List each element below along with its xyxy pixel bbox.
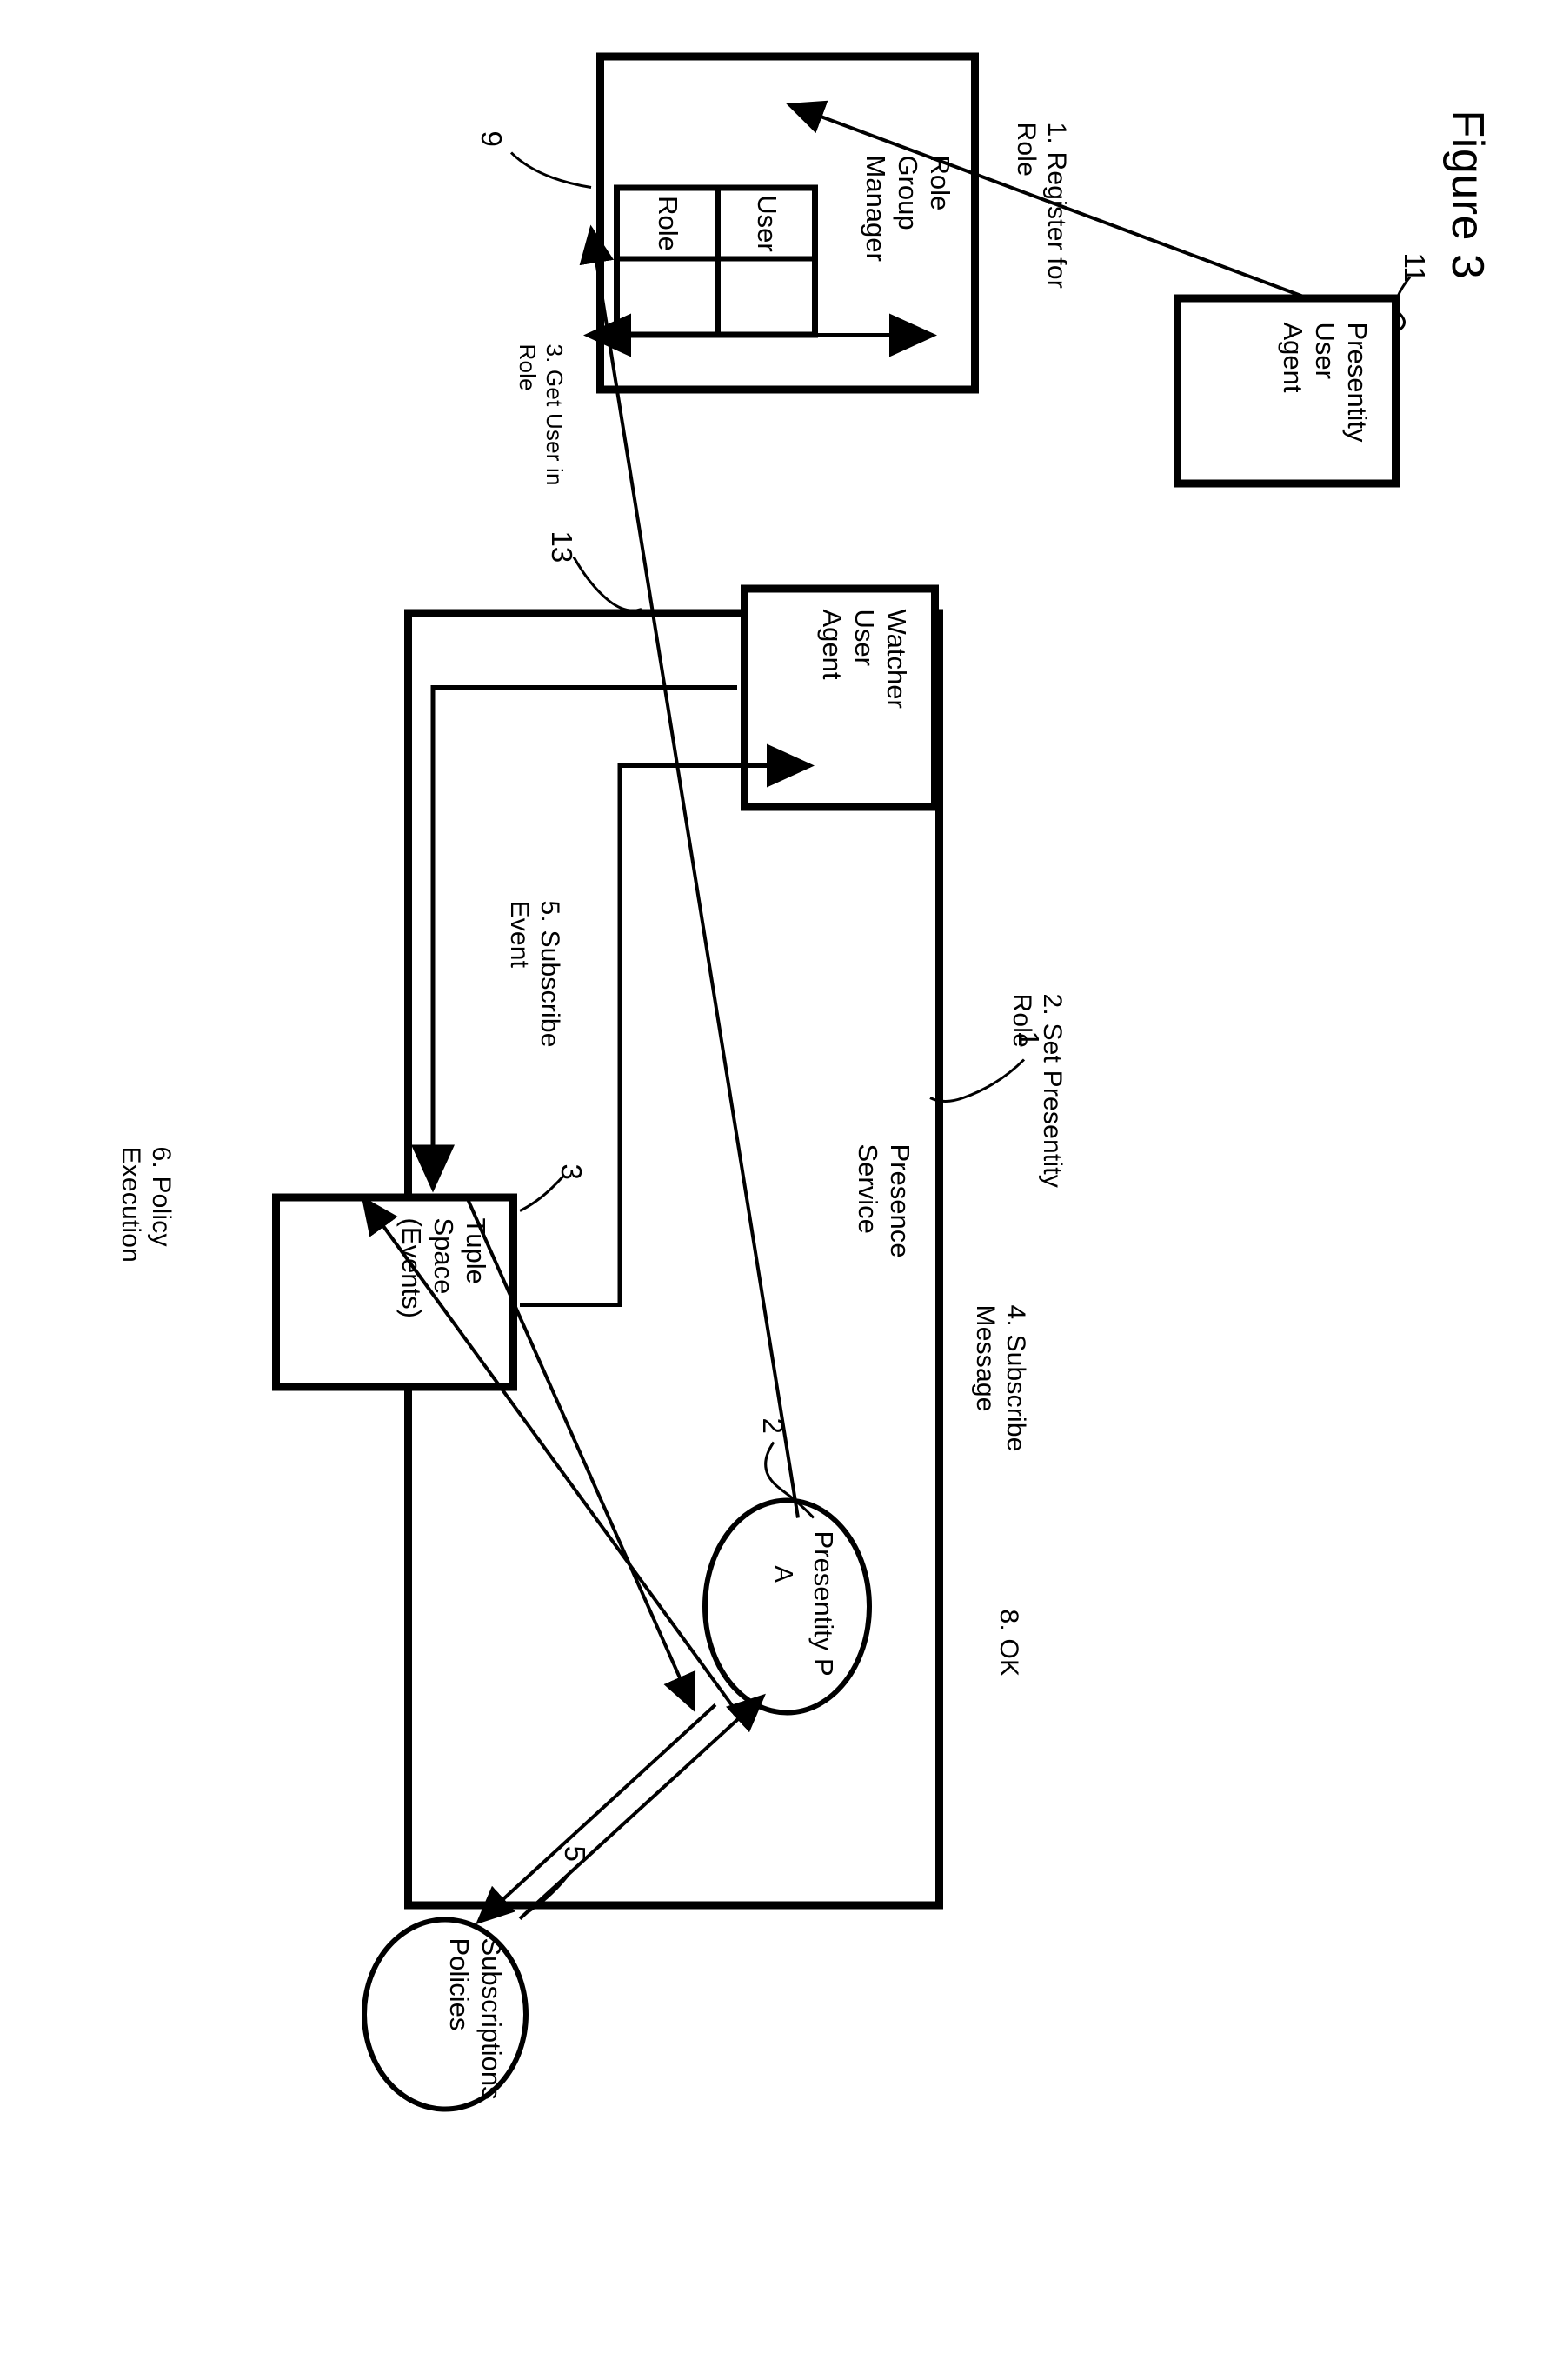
flow-label-5: 5. Subscribe Event	[504, 900, 564, 1048]
flow-label-4: 4. Subscribe Message	[970, 1304, 1030, 1452]
ref-number-11: 11	[1399, 252, 1431, 283]
flow-label-8: 8. OK	[994, 1609, 1023, 1677]
table-cell-role-value	[620, 261, 716, 331]
flow-label-6: 6. Policy Execution	[116, 1146, 176, 1263]
flow-label-3: 3. Get User in Role	[515, 343, 568, 486]
figure-title: Figure 3	[1442, 110, 1493, 279]
role-group-manager-table: User Role	[614, 184, 818, 337]
ref-number-2: 2	[757, 1417, 789, 1434]
ref-number-3: 3	[555, 1163, 588, 1180]
watcher-user-agent-label: Watcher User Agent	[816, 609, 912, 709]
flow-label-1: 1. Register for Role	[1011, 122, 1071, 289]
presentity-user-agent-label: Presentity User Agent	[1277, 322, 1373, 442]
ref-number-9: 9	[476, 130, 508, 147]
patent-figure-canvas: Figure 3 Presence Service 1 Role Group M…	[0, 0, 1563, 2380]
table-header-user: User	[715, 190, 812, 261]
diagram-plane: Figure 3 Presence Service 1 Role Group M…	[0, 0, 1563, 2380]
leader-line-9	[509, 150, 592, 189]
presentity-label: Presentity P	[808, 1530, 839, 1677]
ref-number-5: 5	[559, 1845, 591, 1862]
flow-label-2: 2. Set Presentity Role	[1007, 993, 1067, 1188]
subscriptions-policies-label: Subscriptions Policies	[443, 1937, 507, 2100]
presentity-sublabel: A	[769, 1565, 797, 1583]
presentity-ellipse	[702, 1497, 872, 1715]
ref-number-13: 13	[546, 530, 578, 563]
role-group-manager-label: Role Group Manager	[860, 155, 955, 262]
table-cell-user-value	[715, 261, 812, 331]
table-header-role: Role	[620, 190, 716, 261]
leader-line-13	[572, 556, 642, 612]
tuple-space-label: Tuple Space (Events)	[396, 1217, 491, 1318]
presence-service-label: Presence Service	[852, 1143, 915, 1257]
